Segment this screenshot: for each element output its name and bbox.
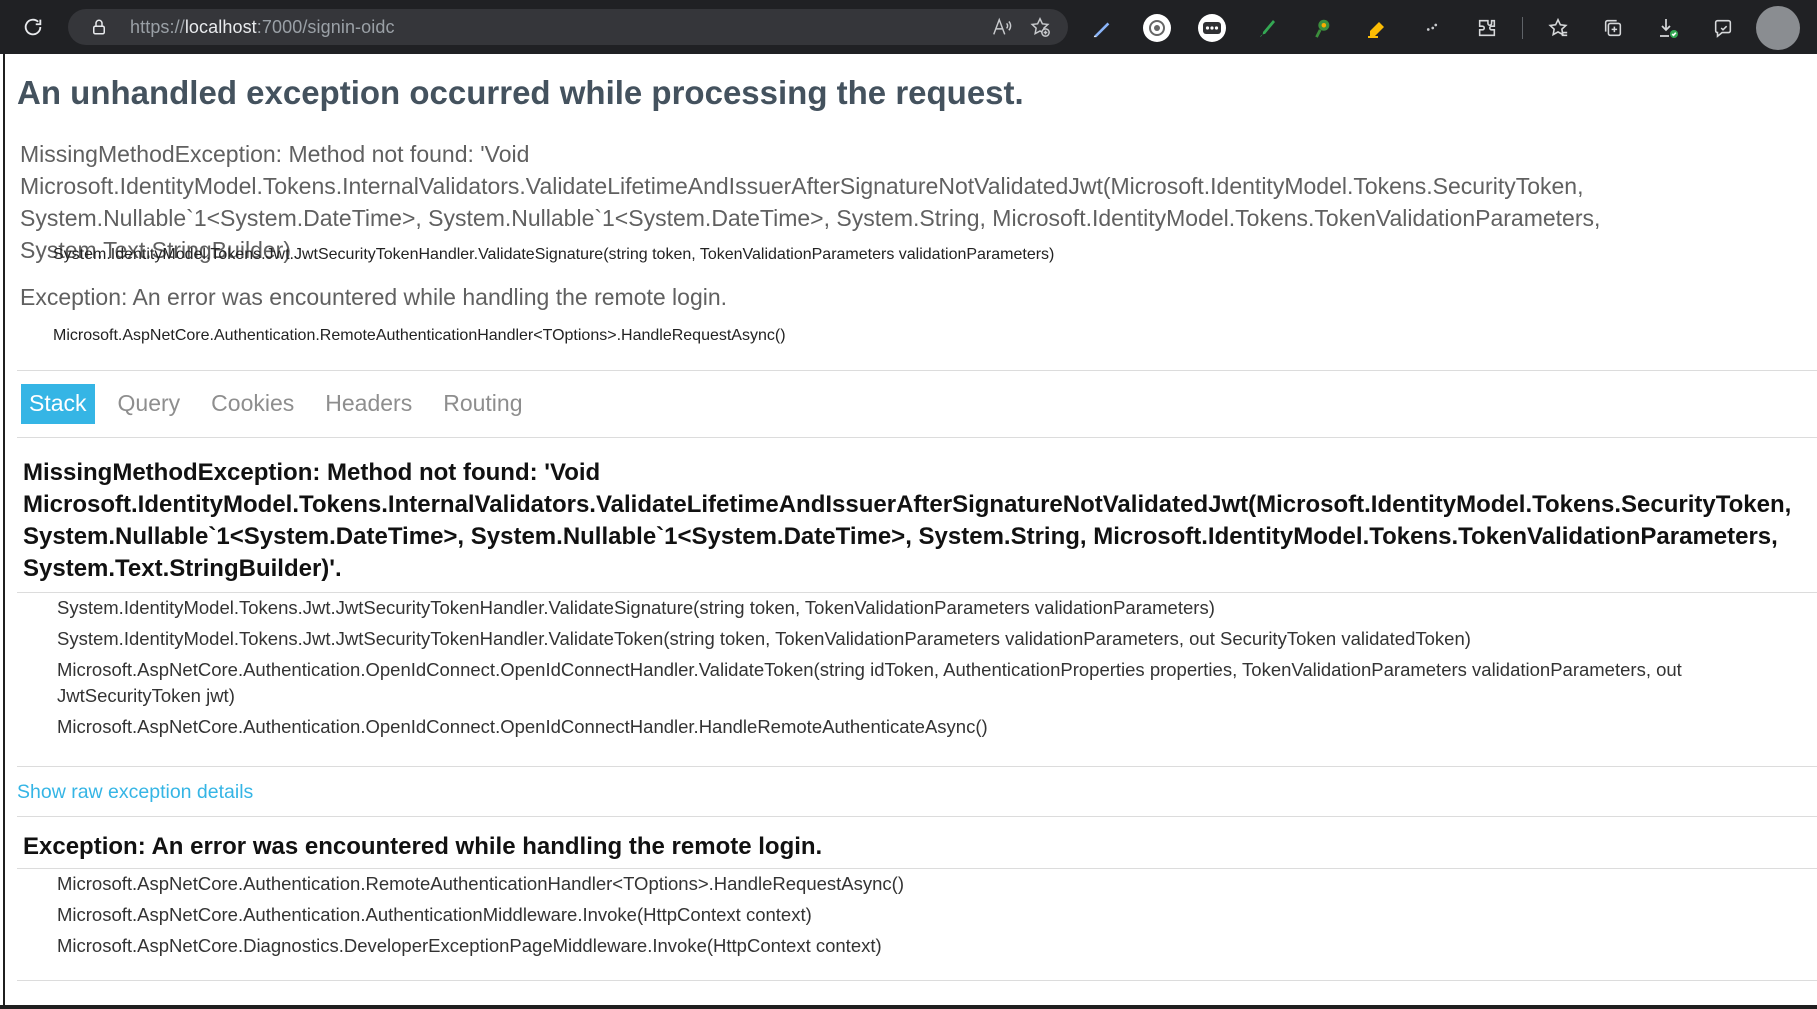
collections-button[interactable] <box>1591 7 1635 49</box>
profile-avatar[interactable] <box>1756 6 1800 50</box>
stack-frame[interactable]: Microsoft.AspNetCore.Authentication.Remo… <box>57 871 1747 897</box>
add-favorite-icon <box>1030 17 1050 37</box>
pen-extension-icon <box>1093 22 1110 38</box>
divider <box>17 592 1817 593</box>
downloads-icon <box>1660 19 1678 38</box>
tab-routing[interactable]: Routing <box>435 384 530 424</box>
lock-icon[interactable] <box>90 18 108 36</box>
read-aloud-icon <box>993 17 1012 35</box>
feedback-button[interactable] <box>1701 7 1745 49</box>
tab-query[interactable]: Query <box>110 384 189 424</box>
divider <box>17 766 1817 767</box>
puzzle-green-extension-button[interactable] <box>1300 7 1344 49</box>
divider <box>17 370 1817 371</box>
downloads-button[interactable] <box>1646 7 1690 49</box>
toolbar-divider <box>1522 17 1523 39</box>
stack-frame[interactable]: Microsoft.AspNetCore.Diagnostics.Develop… <box>57 933 1747 959</box>
puzzle-green-extension-icon <box>1315 19 1330 38</box>
highlighter-extension-button[interactable] <box>1355 7 1399 49</box>
collections-icon <box>1604 19 1622 37</box>
tab-bar: Stack Query Cookies Headers Routing <box>21 384 546 424</box>
feedback-icon <box>1714 19 1732 38</box>
chat-extension-icon <box>1198 14 1226 42</box>
window-bottom-edge <box>0 1005 1817 1009</box>
stack-frame[interactable]: System.IdentityModel.Tokens.Jwt.JwtSecur… <box>57 626 1747 652</box>
exception-summary-location: Microsoft.AspNetCore.Authentication.Remo… <box>53 327 786 344</box>
favorites-icon <box>1548 17 1568 37</box>
exception-summary-remote-login: Exception: An error was encountered whil… <box>20 284 728 310</box>
extensions-icon <box>1478 19 1496 37</box>
openai-extension-button[interactable] <box>1135 7 1179 49</box>
read-aloud-button[interactable] <box>988 13 1016 41</box>
divider <box>17 437 1817 438</box>
stack-frame[interactable]: Microsoft.AspNetCore.Authentication.Auth… <box>57 902 1747 928</box>
refresh-icon <box>24 18 42 36</box>
stack-frame[interactable]: System.IdentityModel.Tokens.Jwt.JwtSecur… <box>57 595 1747 621</box>
pen-extension-button[interactable] <box>1080 7 1124 49</box>
extensions-button[interactable] <box>1465 7 1509 49</box>
stack-frame[interactable]: Microsoft.AspNetCore.Authentication.Open… <box>57 657 1747 709</box>
favorites-button[interactable] <box>1536 7 1580 49</box>
add-favorite-button[interactable] <box>1026 13 1054 41</box>
tab-stack[interactable]: Stack <box>21 384 95 424</box>
stack-exception-title-remote-login: Exception: An error was encountered whil… <box>23 833 823 860</box>
dots-extension-icon <box>1426 23 1438 31</box>
refresh-button[interactable] <box>13 7 53 47</box>
stack-frame[interactable]: Microsoft.AspNetCore.Authentication.Open… <box>57 714 1747 740</box>
error-page: An unhandled exception occurred while pr… <box>3 54 1817 1009</box>
page-title: An unhandled exception occurred while pr… <box>17 74 1024 111</box>
chat-extension-button[interactable] <box>1190 7 1234 49</box>
show-raw-exception-link[interactable]: Show raw exception details <box>17 781 253 804</box>
tab-cookies[interactable]: Cookies <box>203 384 302 424</box>
address-bar[interactable]: https://localhost:7000/signin-oidc <box>68 9 1068 45</box>
green-brush-extension-button[interactable] <box>1245 7 1289 49</box>
stack-frame-list: Microsoft.AspNetCore.Authentication.Remo… <box>57 871 1747 964</box>
divider <box>17 980 1817 981</box>
highlighter-extension-icon <box>1368 22 1384 38</box>
url-text[interactable]: https://localhost:7000/signin-oidc <box>130 17 395 38</box>
browser-toolbar: https://localhost:7000/signin-oidc <box>0 0 1817 54</box>
stack-frame-list: System.IdentityModel.Tokens.Jwt.JwtSecur… <box>57 595 1747 745</box>
divider <box>17 816 1817 817</box>
tab-headers[interactable]: Headers <box>317 384 420 424</box>
divider <box>17 868 1817 869</box>
exception-summary-location: System.IdentityModel.Tokens.Jwt.JwtSecur… <box>53 246 1055 263</box>
stack-exception-title-missing-method: MissingMethodException: Method not found… <box>23 459 1792 582</box>
green-brush-extension-icon <box>1260 20 1275 37</box>
openai-extension-icon <box>1143 14 1171 42</box>
dots-extension-button[interactable] <box>1410 7 1454 49</box>
